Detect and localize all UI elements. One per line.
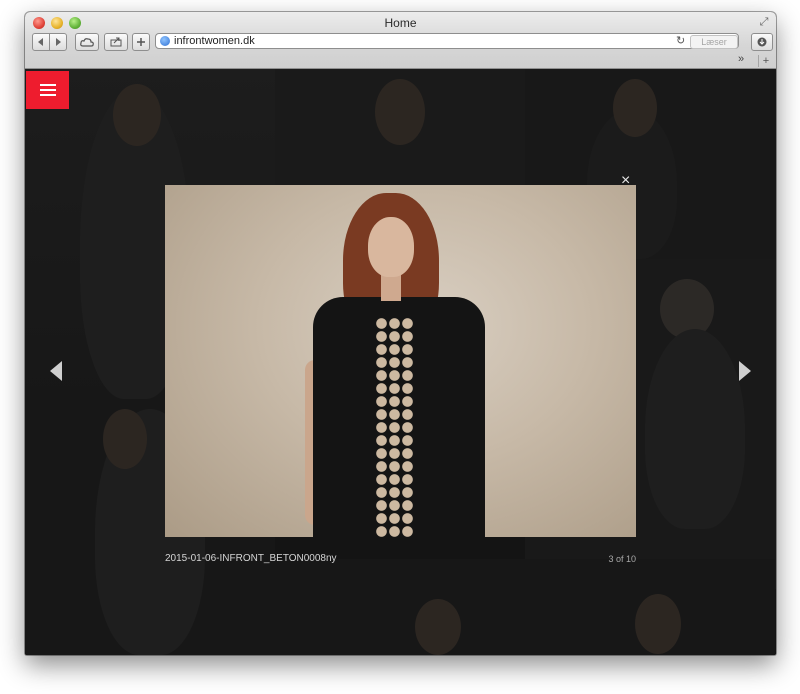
back-arrow-icon	[38, 38, 43, 46]
lightbox-photo	[165, 185, 636, 537]
menu-button[interactable]	[26, 71, 69, 109]
fullscreen-icon[interactable]: ⤢	[758, 16, 770, 28]
photo-counter: 3 of 10	[608, 554, 636, 564]
bookmarks-bar	[25, 52, 776, 68]
previous-arrow-icon[interactable]	[50, 361, 62, 381]
back-button[interactable]	[32, 33, 50, 51]
new-tab-button[interactable]: +	[758, 55, 773, 67]
photo-caption: 2015-01-06-INFRONT_BETON0008ny	[165, 553, 337, 564]
browser-titlebar: Home ⤢ infrontwomen.dk ↻ Læser » +	[25, 12, 776, 69]
download-icon	[757, 37, 767, 47]
url-text[interactable]: infrontwomen.dk	[174, 35, 255, 47]
forward-button[interactable]	[49, 33, 67, 51]
reader-button[interactable]: Læser	[690, 35, 738, 49]
globe-icon	[160, 36, 170, 46]
hamburger-icon	[39, 81, 56, 99]
bookmarks-overflow-icon[interactable]: »	[738, 53, 744, 65]
add-bookmark-button[interactable]	[132, 33, 150, 51]
share-button[interactable]	[104, 33, 128, 51]
forward-arrow-icon	[56, 38, 61, 46]
plus-icon	[137, 38, 145, 46]
reload-icon[interactable]: ↻	[676, 34, 685, 47]
window-title: Home	[384, 16, 417, 30]
cloud-icon	[80, 38, 94, 47]
next-arrow-icon[interactable]	[739, 361, 751, 381]
downloads-button[interactable]	[751, 33, 773, 51]
address-bar[interactable]: infrontwomen.dk ↻ Læser	[155, 33, 739, 49]
icloud-tabs-button[interactable]	[75, 33, 99, 51]
page-content: × 2015-01-06-INFRONT_BETON0008ny 3 of 10	[25, 69, 776, 655]
browser-window: Home ⤢ infrontwomen.dk ↻ Læser » + × 201…	[25, 12, 776, 655]
share-icon	[110, 37, 122, 47]
